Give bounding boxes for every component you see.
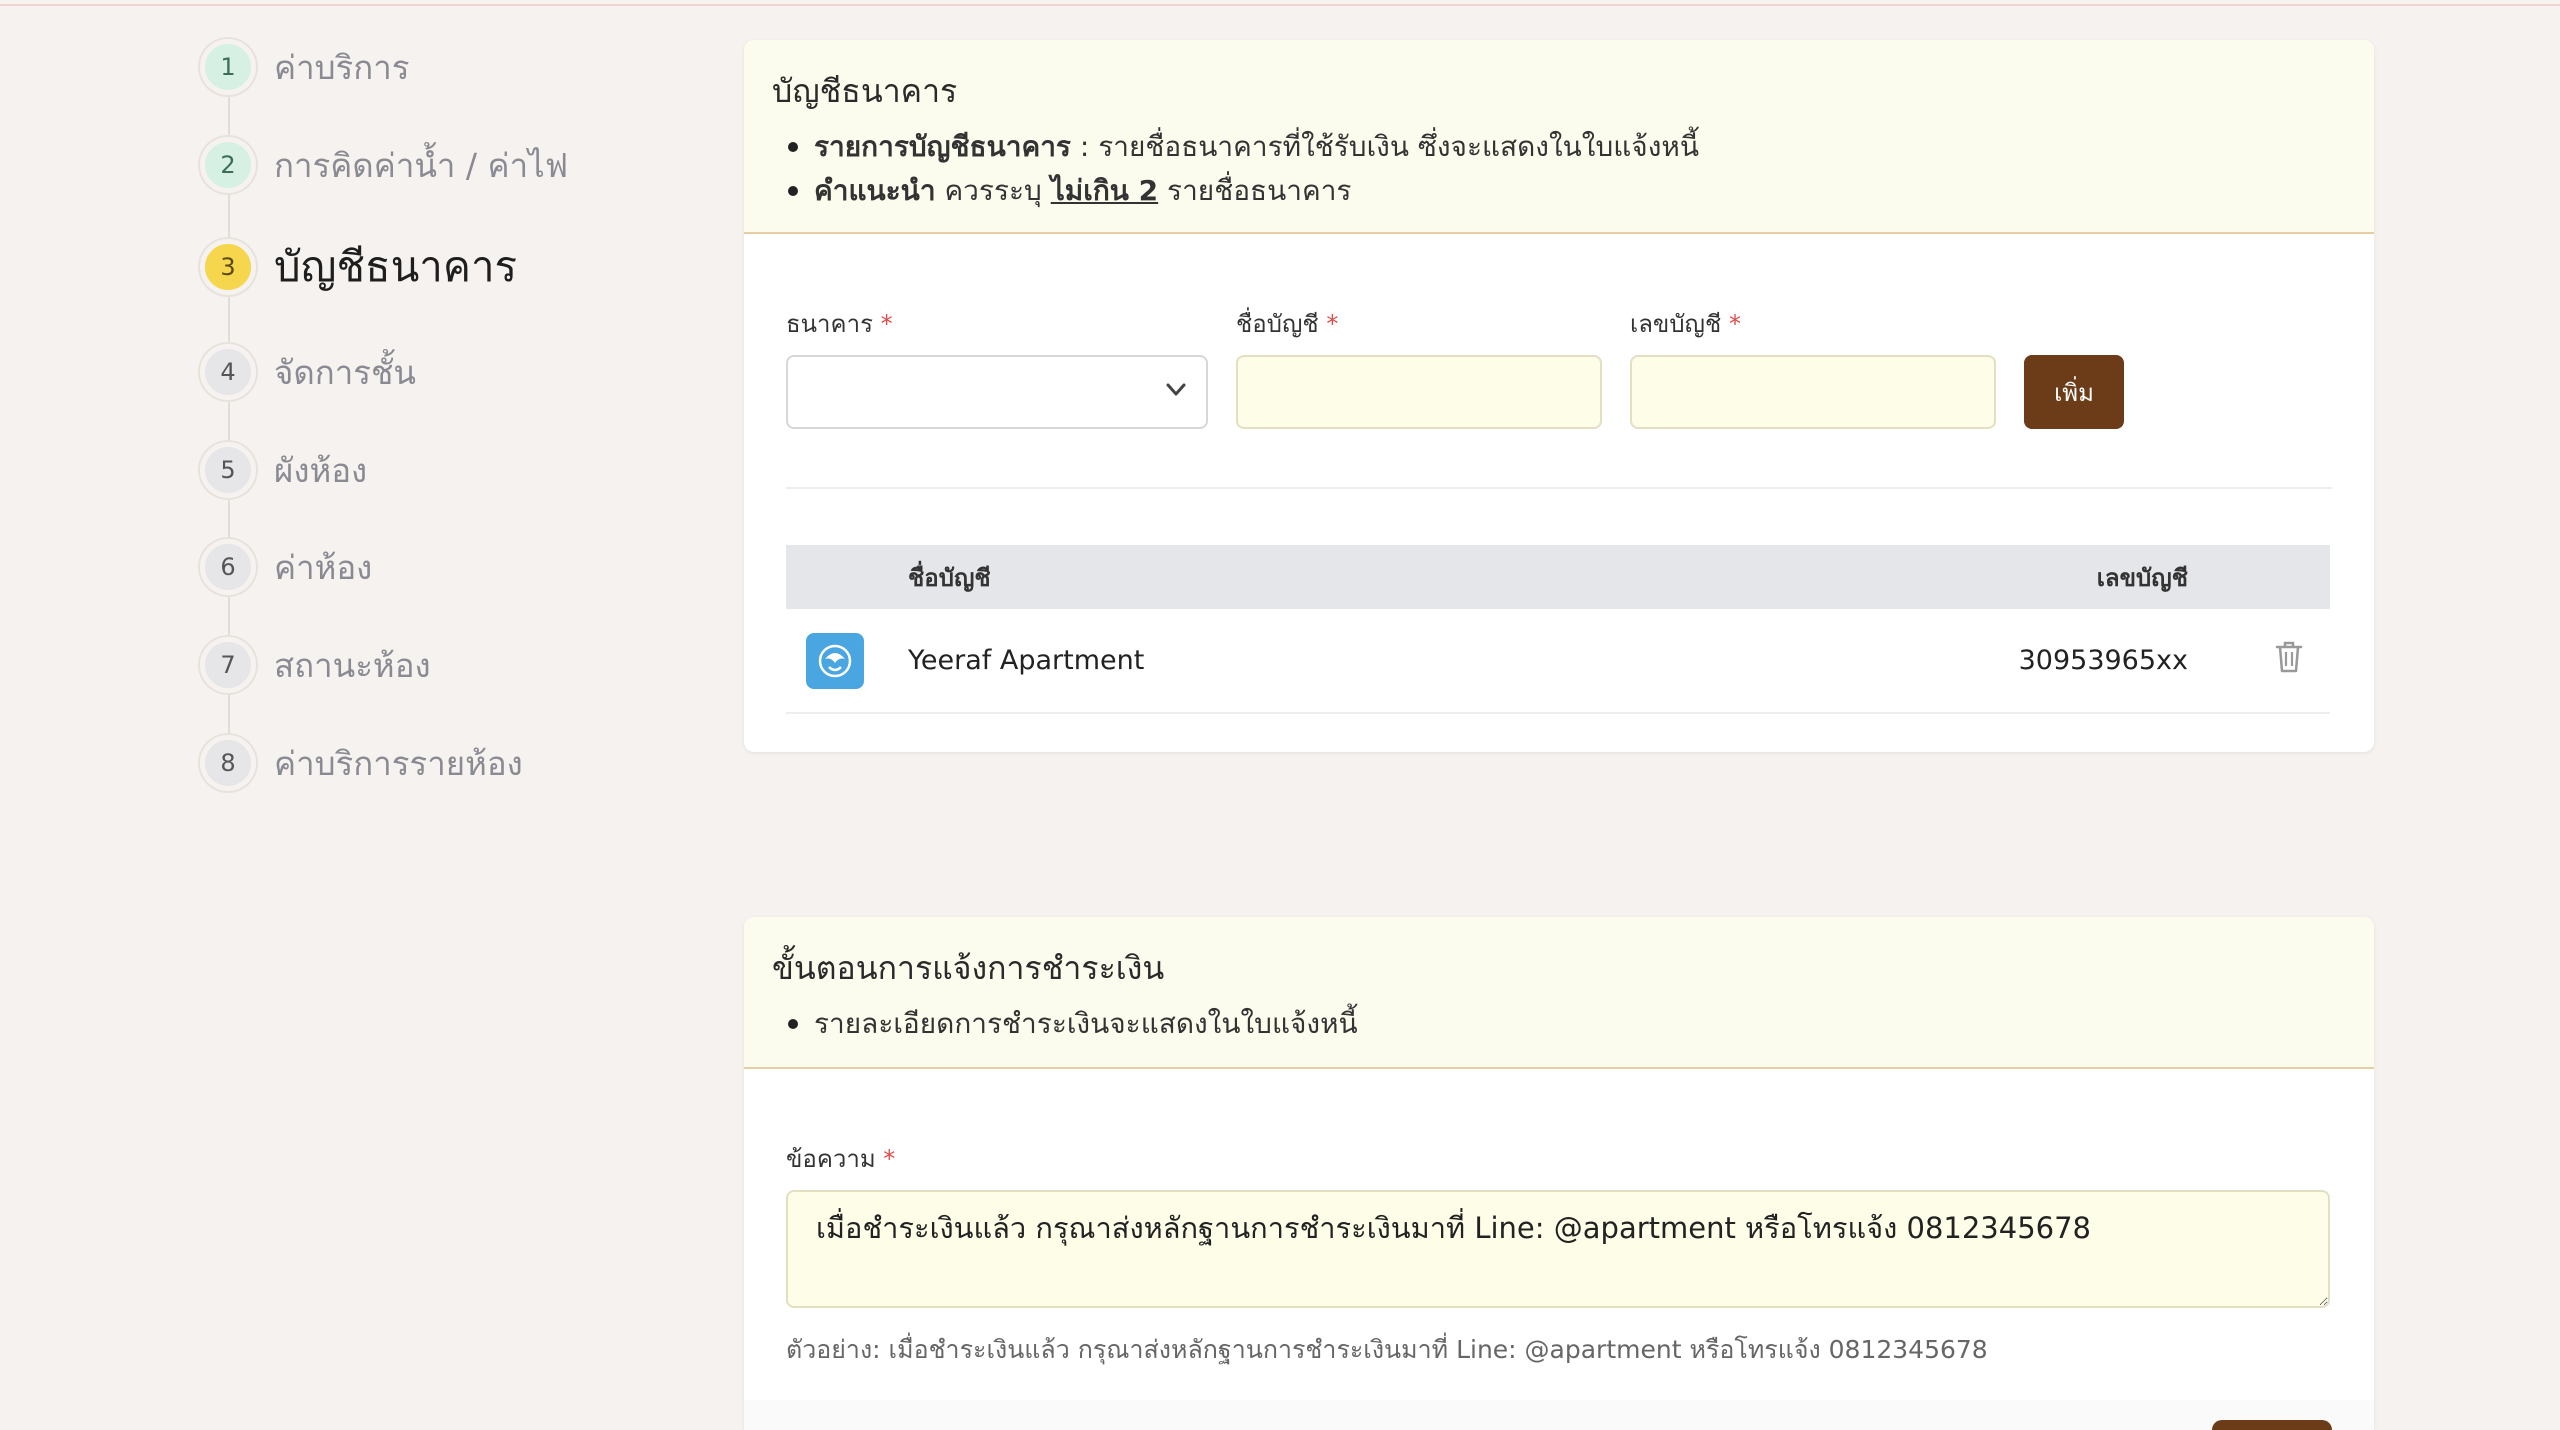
account-number-field: เลขบัญชี * xyxy=(1630,304,1996,429)
step-label: บัญชีธนาคาร xyxy=(274,242,518,291)
payment-form-area: ข้อความ * เมื่อชำระเงินแล้ว กรุณาส่งหลัก… xyxy=(744,1069,2374,1370)
kasikorn-logo-icon xyxy=(806,632,864,689)
bank-account-card: บัญชีธนาคาร รายการบัญชีธนาคาร : รายชื่อธ… xyxy=(744,40,2374,752)
step-number: 6 xyxy=(200,539,256,595)
bank-card-title: บัญชีธนาคาร xyxy=(772,72,958,110)
bank-card-header: บัญชีธนาคาร รายการบัญชีธนาคาร : รายชื่อธ… xyxy=(744,40,2374,234)
step-label: ผังห้อง xyxy=(274,450,368,490)
step-label: ค่าบริการรายห้อง xyxy=(274,743,523,783)
card-footer xyxy=(744,1400,2374,1430)
add-bank-button[interactable]: เพิ่ม xyxy=(2024,355,2124,429)
step-label: การคิดค่าน้ำ / ค่าไฟ xyxy=(274,145,569,185)
chevron-down-icon xyxy=(1166,383,1186,396)
step-5[interactable]: 5 ผังห้อง xyxy=(200,441,367,499)
payment-card-title: ขั้นตอนการแจ้งการชำระเงิน xyxy=(772,949,1165,987)
bank-accounts-table: ชื่อบัญชี เลขบัญชี Yeeraf Apartment 3095… xyxy=(786,545,2330,714)
step-4[interactable]: 4 จัดการชั้น xyxy=(200,343,416,401)
step-number: 5 xyxy=(200,442,256,498)
step-8[interactable]: 8 ค่าบริการรายห้อง xyxy=(200,734,523,792)
note-text: รายชื่อธนาคาร xyxy=(1158,174,1352,207)
step-7[interactable]: 7 สถานะห้อง xyxy=(200,636,431,694)
form-divider xyxy=(786,487,2332,489)
account-name-column-header: ชื่อบัญชี xyxy=(908,545,1948,609)
account-name-field: ชื่อบัญชี * xyxy=(1236,304,1602,429)
step-2[interactable]: 2 การคิดค่าน้ำ / ค่าไฟ xyxy=(200,136,568,194)
save-button[interactable] xyxy=(2212,1420,2332,1430)
message-example-hint: ตัวอย่าง: เมื่อชำระเงินแล้ว กรุณาส่งหลัก… xyxy=(786,1335,1988,1364)
step-number: 3 xyxy=(200,239,256,295)
add-bank-form: ธนาคาร * ชื่อบัญชี * เลขบัญชี * เพิ่ม xyxy=(786,304,2332,429)
table-row: Yeeraf Apartment 30953965xx xyxy=(786,609,2330,714)
bank-logo-cell xyxy=(786,609,908,714)
payment-notice-card: ขั้นตอนการแจ้งการชำระเงิน รายละเอียดการช… xyxy=(744,917,2374,1430)
bank-note-list: รายการบัญชีธนาคาร : รายชื่อธนาคารที่ใช้ร… xyxy=(772,125,2346,169)
step-label: จัดการชั้น xyxy=(274,352,416,392)
payment-notes: รายละเอียดการชำระเงินจะแสดงในใบแจ้งหนี้ xyxy=(772,1002,2346,1046)
account-number-input[interactable] xyxy=(1630,355,1996,429)
note-text: ควรระบุ xyxy=(935,174,1051,207)
actions-column-header xyxy=(2188,545,2330,609)
account-name-cell: Yeeraf Apartment xyxy=(908,609,1948,714)
note-text: : รายชื่อธนาคารที่ใช้รับเงิน ซึ่งจะแสดงใ… xyxy=(1070,130,1699,163)
payment-message-textarea[interactable]: เมื่อชำระเงินแล้ว กรุณาส่งหลักฐานการชำระ… xyxy=(786,1190,2330,1308)
account-name-label: ชื่อบัญชี * xyxy=(1236,310,1339,338)
bank-field: ธนาคาร * xyxy=(786,304,1208,429)
bank-note-tip: คำแนะนำ ควรระบุ ไม่เกิน 2 รายชื่อธนาคาร xyxy=(772,169,2346,213)
step-label: ค่าห้อง xyxy=(274,547,373,587)
step-label: สถานะห้อง xyxy=(274,645,431,685)
account-number-cell: 30953965xx xyxy=(1948,609,2188,714)
note-limit: ไม่เกิน 2 xyxy=(1050,174,1159,207)
bank-select[interactable] xyxy=(786,355,1208,429)
step-number: 7 xyxy=(200,637,256,693)
account-number-column-header: เลขบัญชี xyxy=(1948,545,2188,609)
step-3[interactable]: 3 บัญชีธนาคาร xyxy=(200,238,517,296)
step-label: ค่าบริการ xyxy=(274,47,410,87)
step-number: 1 xyxy=(200,39,256,95)
step-number: 8 xyxy=(200,735,256,791)
top-border xyxy=(0,0,2560,6)
bank-form-area: ธนาคาร * ชื่อบัญชี * เลขบัญชี * เพิ่ม ชื… xyxy=(744,234,2374,714)
note-bold: คำแนะนำ xyxy=(814,174,936,207)
actions-cell xyxy=(2188,609,2330,714)
step-number: 2 xyxy=(200,137,256,193)
payment-card-header: ขั้นตอนการแจ้งการชำระเงิน รายละเอียดการช… xyxy=(744,917,2374,1069)
step-6[interactable]: 6 ค่าห้อง xyxy=(200,538,372,596)
step-number: 4 xyxy=(200,344,256,400)
bank-notes: รายการบัญชีธนาคาร : รายชื่อธนาคารที่ใช้ร… xyxy=(772,125,2346,213)
trash-icon[interactable] xyxy=(2274,640,2304,674)
message-label: ข้อความ * xyxy=(786,1145,896,1173)
payment-note: รายละเอียดการชำระเงินจะแสดงในใบแจ้งหนี้ xyxy=(772,1002,2346,1046)
note-bold: รายการบัญชีธนาคาร xyxy=(814,130,1071,163)
step-1[interactable]: 1 ค่าบริการ xyxy=(200,38,410,96)
logo-column-header xyxy=(786,545,908,609)
account-number-label: เลขบัญชี * xyxy=(1630,310,1741,338)
table-header-row: ชื่อบัญชี เลขบัญชี xyxy=(786,545,2330,609)
account-name-input[interactable] xyxy=(1236,355,1602,429)
bank-label: ธนาคาร * xyxy=(786,310,893,338)
setup-stepper: 1 ค่าบริการ 2 การคิดค่าน้ำ / ค่าไฟ 3 บัญ… xyxy=(200,38,660,808)
